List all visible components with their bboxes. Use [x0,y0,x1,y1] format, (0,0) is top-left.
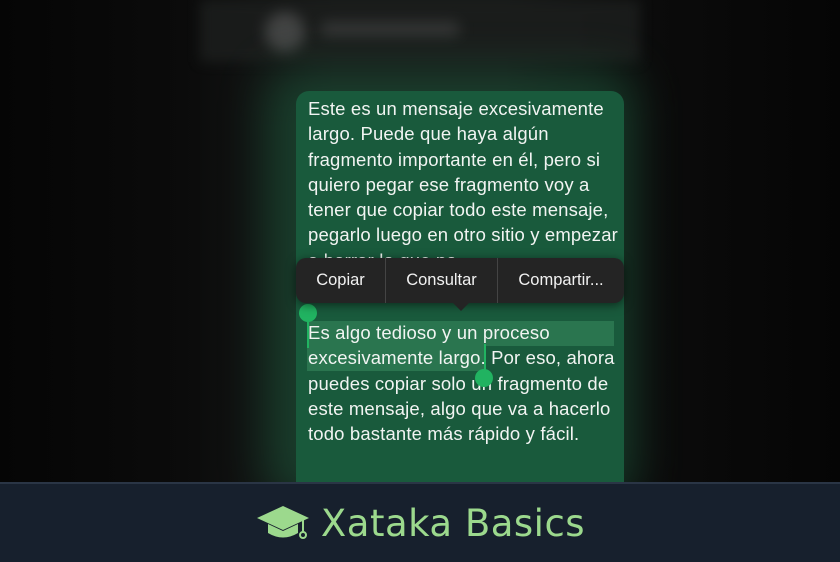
message-text-bottom[interactable]: Es algo tedioso y un proceso excesivamen… [308,320,624,446]
lookup-button[interactable]: Consultar [386,258,497,303]
share-button[interactable]: Compartir... [498,258,624,303]
selection-start-caret [307,318,309,348]
message-text-top[interactable]: Este es un mensaje excesivamente largo. … [308,96,624,261]
context-menu: Copiar Consultar Compartir... [296,258,624,303]
brand-footer: Xataka Basics [0,482,840,562]
graduation-cap-icon [256,506,309,539]
blurred-avatar [265,12,305,52]
context-menu-pointer [451,301,471,311]
selection-end-handle[interactable] [475,369,493,387]
copy-button[interactable]: Copiar [296,258,385,303]
brand-title: Xataka Basics [320,501,586,545]
blurred-contact-name [320,22,460,36]
chat-screen: Este es un mensaje excesivamente largo. … [0,0,840,482]
